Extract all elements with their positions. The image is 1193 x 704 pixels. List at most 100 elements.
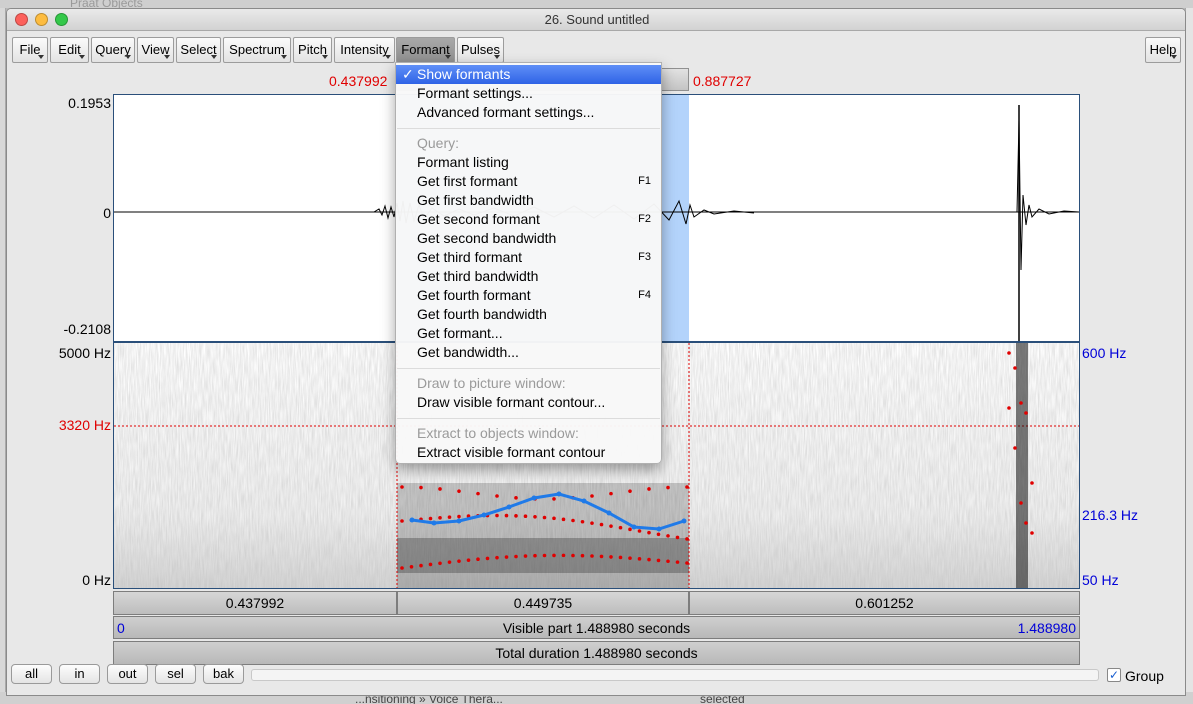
menu-spectrum-label: Spectrum — [229, 42, 285, 57]
formant-f3-dot — [628, 489, 632, 493]
menu-item-get-third-formant[interactable]: Get third formant F3 — [396, 248, 661, 267]
pitch-point — [531, 495, 537, 501]
total-duration-bar[interactable]: Total duration 1.488980 seconds — [113, 641, 1080, 665]
menu-item-label: Get second formant — [417, 211, 540, 227]
formant-burst-dot — [1030, 481, 1034, 485]
menu-file[interactable]: File — [12, 37, 48, 63]
formant-f2-dot — [675, 535, 680, 540]
menu-item-get-second-bandwidth[interactable]: Get second bandwidth — [396, 229, 661, 248]
formant-f3-dot — [685, 485, 689, 489]
menu-item-get-formant[interactable]: Get formant... — [396, 324, 661, 343]
menu-pulses[interactable]: Pulses — [457, 37, 504, 63]
zoom-selection-button[interactable]: sel — [155, 664, 196, 684]
formant-f1-dot — [571, 553, 575, 558]
formant-f2-dot — [618, 525, 623, 530]
pitch-point — [456, 518, 462, 524]
menu-edit-label: Edit — [58, 42, 81, 57]
formant-f1-dot — [656, 558, 661, 563]
formant-f2-dot — [438, 515, 442, 520]
menu-item-show-formants[interactable]: ✓ Show formants — [396, 65, 661, 84]
desktop-background — [0, 0, 1193, 8]
menu-view[interactable]: View — [137, 37, 174, 63]
formant-f2-dot — [685, 537, 689, 541]
menu-select[interactable]: Select — [176, 37, 221, 63]
chevron-down-icon — [322, 55, 328, 59]
formant-f1-dot — [495, 555, 499, 560]
menu-formant[interactable]: Formant — [396, 37, 455, 63]
formant-f1-dot — [419, 563, 423, 568]
menu-item-shortcut: F2 — [638, 213, 651, 225]
menu-item-get-first-formant[interactable]: Get first formant F1 — [396, 172, 661, 191]
menu-separator — [397, 418, 660, 419]
menu-item-shortcut: F1 — [638, 175, 651, 187]
segment-selection[interactable]: 0.449735 — [397, 591, 689, 615]
formant-f1-dot — [428, 562, 433, 567]
window-title: 26. Sound untitled — [544, 12, 650, 27]
segment-after-selection[interactable]: 0.601252 — [689, 591, 1080, 615]
formant-f2-dot — [590, 521, 594, 525]
formant-f1-dot — [647, 557, 651, 562]
menu-intensity[interactable]: Intensity — [334, 37, 395, 63]
pitch-point — [656, 526, 662, 532]
menu-pitch[interactable]: Pitch — [293, 37, 332, 63]
title-bar[interactable]: 26. Sound untitled — [7, 9, 1185, 31]
chevron-down-icon — [125, 55, 131, 59]
selection-end-time: 0.887727 — [693, 73, 752, 89]
zoom-all-button[interactable]: all — [11, 664, 52, 684]
formant-f1-dot — [675, 560, 680, 564]
chevron-down-icon — [494, 55, 500, 59]
spectrogram-max-freq-label: 5000 Hz — [58, 345, 111, 361]
horizontal-scrollbar[interactable] — [251, 669, 1099, 681]
formant-f3-dot — [609, 491, 613, 496]
menu-query[interactable]: Query — [91, 37, 135, 63]
menu-item-advanced-formant-settings[interactable]: Advanced formant settings... — [396, 103, 661, 122]
formant-f1-dot — [533, 553, 537, 558]
formant-f2-dot — [647, 530, 651, 535]
formant-f2-dot — [400, 519, 404, 523]
visible-end-label: 1.488980 — [1017, 620, 1076, 636]
formant-burst-dot — [1013, 366, 1017, 370]
segment-before-selection[interactable]: 0.437992 — [113, 591, 397, 615]
formant-f1-dot — [542, 553, 547, 558]
waveform-zero-label: 0 — [103, 205, 111, 221]
menu-spectrum[interactable]: Spectrum — [223, 37, 291, 63]
formant-f2-dot — [666, 534, 670, 538]
menu-item-draw-formant-contour[interactable]: Draw visible formant contour... — [396, 393, 661, 412]
zoom-back-button[interactable]: bak — [203, 664, 244, 684]
background-window-edge-right — [1185, 8, 1193, 704]
pitch-min-label: 50 Hz — [1082, 572, 1119, 588]
formant-f2-dot — [514, 514, 518, 518]
menu-item-label: Show formants — [417, 66, 511, 82]
formant-f1-dot — [685, 561, 689, 565]
zoom-in-button[interactable]: in — [59, 664, 100, 684]
formant-f3-dot — [419, 485, 423, 490]
menu-item-get-fourth-bandwidth[interactable]: Get fourth bandwidth — [396, 305, 661, 324]
formant-burst-dot — [1019, 501, 1023, 505]
menu-item-extract-formant-contour[interactable]: Extract visible formant contour — [396, 443, 661, 462]
visible-part-bar[interactable]: 0 Visible part 1.488980 seconds 1.488980 — [113, 616, 1080, 639]
formant-f1-dot — [561, 553, 566, 558]
formant-burst-dot — [1013, 446, 1017, 450]
menu-item-get-bandwidth[interactable]: Get bandwidth... — [396, 343, 661, 362]
menu-item-formant-listing[interactable]: Formant listing — [396, 153, 661, 172]
menu-item-label: Get third formant — [417, 249, 523, 265]
pitch-point — [506, 504, 512, 510]
zoom-out-button[interactable]: out — [107, 664, 148, 684]
menu-item-get-first-bandwidth[interactable]: Get first bandwidth — [396, 191, 661, 210]
spectrogram-cursor-freq-label: 3320 Hz — [58, 417, 111, 433]
formant-f2-dot — [637, 529, 642, 533]
formant-f2-dot — [447, 515, 452, 519]
formant-f1-dot — [523, 554, 528, 558]
menu-separator — [397, 128, 660, 129]
formant-f3-dot — [647, 487, 651, 491]
menu-item-get-second-formant[interactable]: Get second formant F2 — [396, 210, 661, 229]
group-checkbox[interactable]: ✓ — [1107, 668, 1121, 682]
menu-item-get-third-bandwidth[interactable]: Get third bandwidth — [396, 267, 661, 286]
menu-item-get-fourth-formant[interactable]: Get fourth formant F4 — [396, 286, 661, 305]
menu-edit[interactable]: Edit — [50, 37, 89, 63]
menu-item-formant-settings[interactable]: Formant settings... — [396, 84, 661, 103]
menu-help[interactable]: Help — [1145, 37, 1181, 63]
menu-item-shortcut: F3 — [638, 251, 651, 263]
pitch-point — [556, 491, 562, 497]
menu-header-query: Query: — [417, 135, 460, 151]
